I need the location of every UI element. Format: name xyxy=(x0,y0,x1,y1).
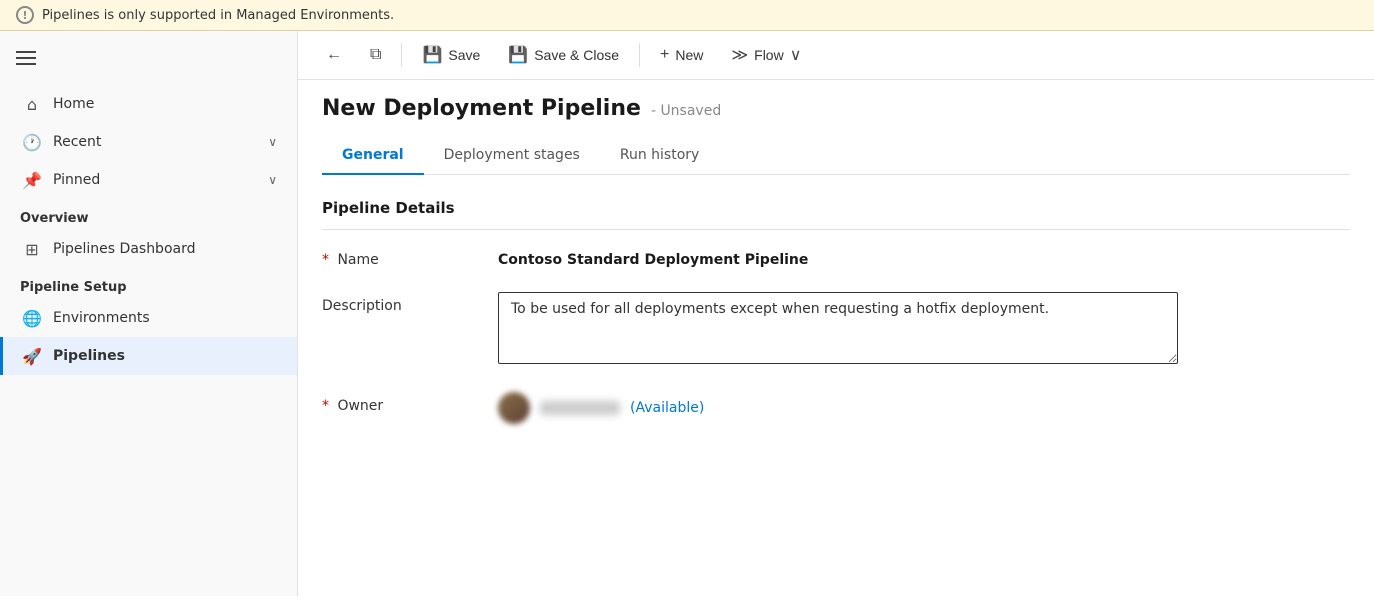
sidebar-item-pipelines-dashboard-label: Pipelines Dashboard xyxy=(53,241,196,257)
description-label: Description xyxy=(322,292,482,314)
toolbar: ← ⧉ 💾 Save 💾 Save & Close + New ≫ Flow xyxy=(298,31,1374,80)
tab-general[interactable]: General xyxy=(322,137,424,175)
sidebar-item-home-label: Home xyxy=(53,96,94,112)
page-title: New Deployment Pipeline xyxy=(322,96,641,121)
home-icon: ⌂ xyxy=(23,95,41,113)
toolbar-divider-1 xyxy=(401,43,402,67)
dashboard-icon: ⊞ xyxy=(23,240,41,258)
sidebar-item-pinned-label: Pinned xyxy=(53,172,100,188)
overview-section-header: Overview xyxy=(0,199,297,230)
pipeline-setup-section-header: Pipeline Setup xyxy=(0,268,297,299)
sidebar-item-recent[interactable]: 🕐 Recent ∨ xyxy=(0,123,297,161)
save-button[interactable]: 💾 Save xyxy=(410,39,492,71)
recent-icon: 🕐 xyxy=(23,133,41,151)
owner-required-asterisk: * xyxy=(322,398,329,414)
main-content: ← ⧉ 💾 Save 💾 Save & Close + New ≫ Flow xyxy=(298,31,1374,596)
owner-status: (Available) xyxy=(630,400,704,416)
new-label: New xyxy=(675,47,703,63)
new-button[interactable]: + New xyxy=(648,40,715,70)
sidebar-item-pinned[interactable]: 📌 Pinned ∨ xyxy=(0,161,297,199)
back-icon: ← xyxy=(326,46,342,64)
hamburger-menu-button[interactable] xyxy=(0,39,297,77)
description-textarea[interactable]: To be used for all deployments except wh… xyxy=(498,292,1178,364)
owner-label: * Owner xyxy=(322,392,482,414)
description-field-row: Description To be used for all deploymen… xyxy=(322,292,1350,368)
back-button[interactable]: ← xyxy=(314,40,354,70)
page-subtitle: - Unsaved xyxy=(651,103,721,119)
owner-avatar xyxy=(498,392,530,424)
sidebar-item-pipelines[interactable]: 🚀 Pipelines xyxy=(0,337,297,375)
name-value: Contoso Standard Deployment Pipeline xyxy=(498,246,808,268)
sidebar-item-recent-label: Recent xyxy=(53,134,101,150)
save-close-icon: 💾 xyxy=(508,45,528,65)
page-header: New Deployment Pipeline - Unsaved Genera… xyxy=(298,80,1374,175)
name-label: * Name xyxy=(322,246,482,268)
sidebar-item-environments-label: Environments xyxy=(53,310,150,326)
save-close-button[interactable]: 💾 Save & Close xyxy=(496,39,631,71)
flow-dropdown-icon: ∨ xyxy=(790,45,802,65)
sidebar-item-home[interactable]: ⌂ Home xyxy=(0,85,297,123)
popup-icon: ⧉ xyxy=(370,46,381,64)
owner-field-row: * Owner (Available) xyxy=(322,392,1350,424)
managed-environments-banner: ! Pipelines is only supported in Managed… xyxy=(0,0,1374,31)
warning-icon: ! xyxy=(16,6,34,24)
save-icon: 💾 xyxy=(422,45,442,65)
pinned-expand-icon: ∨ xyxy=(268,173,277,187)
tab-deployment-stages[interactable]: Deployment stages xyxy=(424,137,600,175)
popup-button[interactable]: ⧉ xyxy=(358,40,393,70)
banner-message: Pipelines is only supported in Managed E… xyxy=(42,8,394,23)
environments-icon: 🌐 xyxy=(23,309,41,327)
sidebar-navigation: ⌂ Home 🕐 Recent ∨ 📌 Pinned ∨ Overview ⊞ … xyxy=(0,77,297,383)
sidebar-item-environments[interactable]: 🌐 Environments xyxy=(0,299,297,337)
toolbar-divider-2 xyxy=(639,43,640,67)
sidebar-item-pipelines-label: Pipelines xyxy=(53,348,125,364)
content-area: Pipeline Details * Name Contoso Standard… xyxy=(298,175,1374,596)
flow-icon: ≫ xyxy=(731,45,748,65)
pinned-icon: 📌 xyxy=(23,171,41,189)
owner-value-row: (Available) xyxy=(498,392,704,424)
pipelines-icon: 🚀 xyxy=(23,347,41,365)
tab-run-history[interactable]: Run history xyxy=(600,137,719,175)
name-field-row: * Name Contoso Standard Deployment Pipel… xyxy=(322,246,1350,268)
description-textarea-wrapper: To be used for all deployments except wh… xyxy=(498,292,1178,368)
tabs: General Deployment stages Run history xyxy=(322,137,1350,175)
flow-label: Flow xyxy=(754,47,784,63)
flow-button[interactable]: ≫ Flow ∨ xyxy=(719,39,813,71)
sidebar-item-pipelines-dashboard[interactable]: ⊞ Pipelines Dashboard xyxy=(0,230,297,268)
sidebar: ⌂ Home 🕐 Recent ∨ 📌 Pinned ∨ Overview ⊞ … xyxy=(0,31,298,596)
owner-name-blurred xyxy=(540,401,620,415)
save-label: Save xyxy=(448,47,480,63)
pipeline-details-title: Pipeline Details xyxy=(322,199,1350,230)
save-close-label: Save & Close xyxy=(534,47,619,63)
recent-expand-icon: ∨ xyxy=(268,135,277,149)
name-required-asterisk: * xyxy=(322,252,329,268)
new-icon: + xyxy=(660,46,669,64)
page-title-row: New Deployment Pipeline - Unsaved xyxy=(322,96,1350,121)
